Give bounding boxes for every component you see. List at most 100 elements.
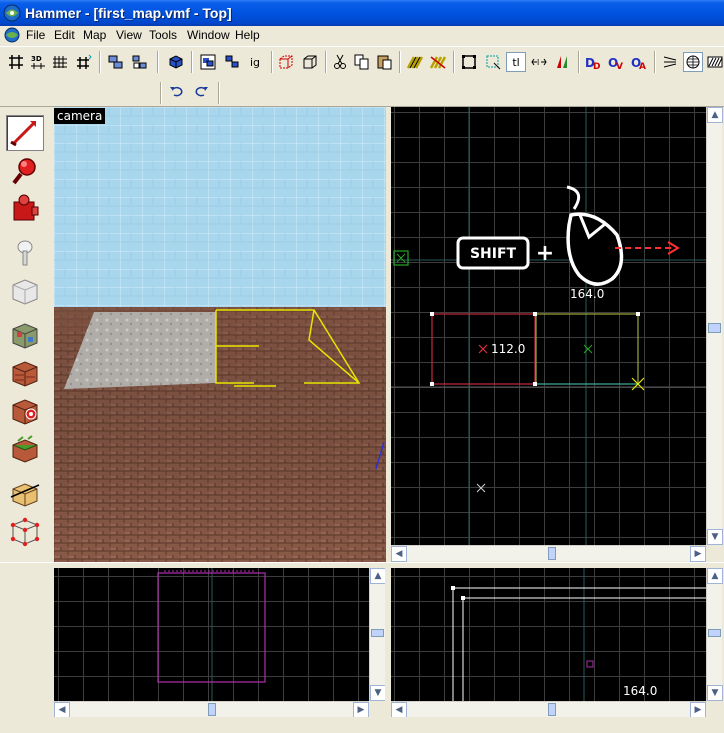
magnify-tool-icon[interactable] [6,153,44,189]
texture-lock-icon[interactable] [405,52,425,72]
shift-drag-hint: SHIFT + [456,185,680,286]
overlay-tool-icon[interactable] [6,431,44,467]
wireframe-icon[interactable] [705,52,724,72]
window-title: Hammer - [first_map.vmf - Top] [25,5,232,21]
texture-application-icon[interactable] [6,317,44,353]
yellow-green-brush[interactable] [535,313,639,385]
side-2d-viewport[interactable]: 164.0 [391,568,706,701]
menu-file[interactable]: File [26,28,45,42]
textured-lighting-button[interactable]: tl [506,52,526,72]
decal-tool-icon[interactable] [6,393,44,429]
svg-text:ig: ig [250,56,260,69]
scroll-thumb[interactable] [548,703,556,716]
top-view-geometry: SHIFT + [391,107,706,545]
ignore-groups-icon[interactable]: ig [246,52,266,72]
svg-text:V: V [616,62,623,70]
make-hollow-icon[interactable] [300,52,320,72]
scroll-left-arrow-icon[interactable]: ◀ [391,546,407,562]
undo-toolbar [0,78,724,107]
shift-key-label: SHIFT [470,246,517,262]
tl-label: tl [512,55,520,69]
copy-icon[interactable] [352,52,372,72]
select-by-handles-icon[interactable] [483,52,503,72]
top-view-horizontal-scrollbar[interactable]: ◀ ▶ [391,545,706,562]
scroll-right-arrow-icon[interactable]: ▶ [353,702,369,718]
scroll-left-arrow-icon[interactable]: ◀ [54,702,70,718]
menu-edit[interactable]: Edit [54,28,75,42]
undo-icon[interactable] [167,81,187,101]
top-2d-viewport[interactable]: SHIFT + 164.0 112.0 [391,107,706,545]
scroll-right-arrow-icon[interactable]: ▶ [690,702,706,718]
camera-viewport[interactable] [54,107,386,562]
scroll-right-arrow-icon[interactable]: ▶ [690,546,706,562]
camera-tool-icon[interactable] [6,191,44,227]
mouse-icon [566,185,624,286]
svg-text:3D: 3D [31,55,42,63]
3d-grid-icon[interactable]: 3D [28,52,48,72]
display-models-icon[interactable]: DD [583,52,603,72]
side-view-vertical-scrollbar[interactable]: ▲ ▼ [706,568,723,701]
plus-sign: + [536,241,554,266]
paste-icon[interactable] [374,52,394,72]
scroll-up-arrow-icon[interactable]: ▲ [707,107,723,123]
title-bar[interactable]: Hammer - [first_map.vmf - Top] [0,0,724,26]
cordon-icon[interactable] [660,52,680,72]
front-view-horizontal-scrollbar[interactable]: ◀ ▶ [54,701,369,718]
menu-help[interactable]: Help [235,28,260,42]
main-toolbar: 3D ig tl l DD OV OA [0,46,724,79]
cut-icon[interactable] [330,52,350,72]
entity-tool-icon[interactable] [6,235,44,271]
grid-toggle-icon[interactable] [6,52,26,72]
scroll-up-arrow-icon[interactable]: ▲ [370,568,386,584]
scroll-thumb[interactable] [708,323,721,333]
vertex-manipulation-icon[interactable] [6,513,44,549]
camera-scene [54,107,386,562]
flip-horizontal-icon[interactable]: l [529,52,549,72]
smaller-grid-icon[interactable] [50,52,70,72]
hide-selected-icon[interactable] [198,52,218,72]
top-view-vertical-scrollbar[interactable]: ▲ ▼ [706,107,723,545]
display-helpers-icon[interactable]: OV [606,52,626,72]
hide-unselected-icon[interactable] [222,52,242,72]
camera-viewport-label: camera [54,108,106,124]
toggle-helpers-icon[interactable] [459,52,479,72]
ungroup-icon[interactable] [130,52,150,72]
scroll-thumb[interactable] [548,547,556,560]
menu-view[interactable]: View [116,28,142,42]
flip-vertical-icon[interactable] [552,52,572,72]
front-2d-viewport[interactable] [54,568,369,701]
group-icon[interactable] [106,52,126,72]
scroll-left-arrow-icon[interactable]: ◀ [391,702,407,718]
apply-texture-icon[interactable] [6,355,44,391]
selection-tool-icon[interactable] [6,115,44,151]
texture-scaling-lock-icon[interactable] [428,52,448,72]
scroll-up-arrow-icon[interactable]: ▲ [707,568,723,584]
menu-window[interactable]: Window [187,28,230,42]
front-view-vertical-scrollbar[interactable]: ▲ ▼ [369,568,386,701]
scroll-down-arrow-icon[interactable]: ▼ [707,685,723,701]
scroll-down-arrow-icon[interactable]: ▼ [370,685,386,701]
larger-grid-icon[interactable] [74,52,94,72]
scroll-thumb[interactable] [708,629,721,637]
3d-view-mode-icon[interactable] [683,52,703,72]
side-view-horizontal-scrollbar[interactable]: ◀ ▶ [391,701,706,718]
scroll-thumb[interactable] [208,703,216,716]
hammer-app-icon[interactable] [3,4,21,22]
width-readout: 164.0 [570,287,605,301]
clipping-tool-icon[interactable] [6,475,44,511]
tool-palette [0,107,52,567]
scroll-down-arrow-icon[interactable]: ▼ [707,529,723,545]
block-tool-icon[interactable] [6,273,44,309]
display-lighting-icon[interactable]: OA [629,52,649,72]
svg-text:D: D [593,62,600,70]
menu-map[interactable]: Map [83,28,106,42]
scroll-thumb[interactable] [371,629,384,637]
document-icon[interactable] [4,27,20,43]
menu-bar: File Edit Map View Tools Window Help [0,26,724,45]
menu-tools[interactable]: Tools [149,28,177,42]
side-width-readout: 164.0 [623,684,658,698]
hollow-icon[interactable] [276,52,296,72]
redo-icon[interactable] [191,81,211,101]
carve-icon[interactable] [166,52,186,72]
magenta-entity-side[interactable] [586,660,594,668]
